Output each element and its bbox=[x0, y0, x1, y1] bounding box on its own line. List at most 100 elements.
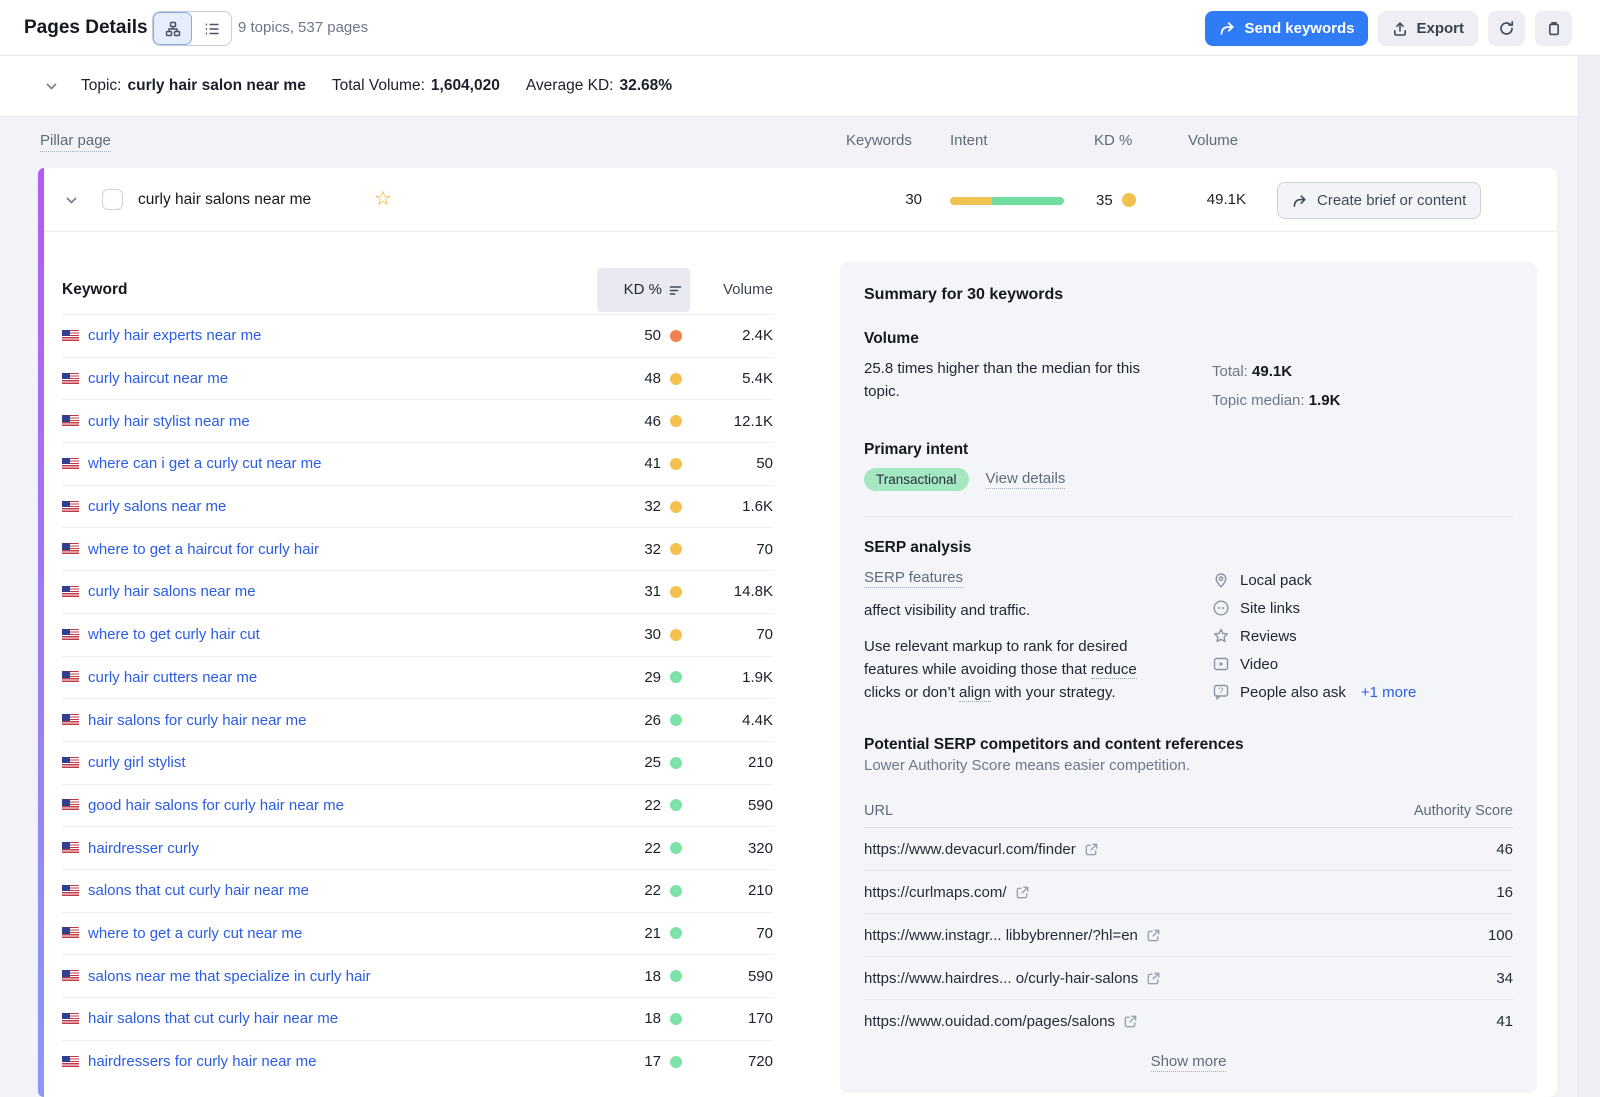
tree-view-toggle[interactable] bbox=[153, 12, 192, 45]
competitor-url: https://www.hairdres... o/curly-hair-sal… bbox=[864, 970, 1138, 987]
keyword-row: where to get a haircut for curly hair 32… bbox=[62, 527, 773, 570]
topic-collapse-chevron-icon[interactable] bbox=[44, 79, 59, 94]
show-more-link[interactable]: Show more bbox=[1151, 1053, 1227, 1072]
serp-analysis-heading: SERP analysis bbox=[864, 539, 1513, 557]
keyword-row: where can i get a curly cut near me 41 5… bbox=[62, 442, 773, 485]
keyword-row: hair salons for curly hair near me 26 4.… bbox=[62, 698, 773, 741]
view-details-link[interactable]: View details bbox=[986, 470, 1066, 489]
keyword-link[interactable]: curly salons near me bbox=[88, 498, 597, 515]
keyword-link[interactable]: curly hair cutters near me bbox=[88, 669, 597, 686]
keyword-volume: 170 bbox=[690, 1010, 773, 1027]
keyword-kd-value: 32 bbox=[644, 541, 661, 558]
competitor-url: https://www.devacurl.com/finder bbox=[864, 841, 1076, 858]
keyword-volume: 70 bbox=[690, 626, 773, 643]
total-volume-label: Total Volume: bbox=[332, 77, 425, 95]
external-link-icon[interactable] bbox=[1084, 842, 1099, 857]
list-view-toggle[interactable] bbox=[192, 12, 231, 45]
keyword-volume: 590 bbox=[690, 968, 773, 985]
keyword-link[interactable]: where can i get a curly cut near me bbox=[88, 455, 597, 472]
keyword-link[interactable]: hairdresser curly bbox=[88, 840, 597, 857]
reviews-icon bbox=[1212, 627, 1230, 645]
authority-score-column-header: Authority Score bbox=[1383, 803, 1513, 819]
keyword-row: curly hair experts near me 50 2.4K bbox=[62, 314, 773, 357]
scroll-gutter[interactable] bbox=[1578, 56, 1600, 1097]
external-link-icon[interactable] bbox=[1015, 885, 1030, 900]
keyword-link[interactable]: curly hair experts near me bbox=[88, 327, 597, 344]
intent-segment bbox=[950, 197, 992, 205]
kd-level-dot bbox=[670, 330, 682, 342]
keyword-kd-value: 26 bbox=[644, 712, 661, 729]
us-flag-icon bbox=[62, 1056, 79, 1068]
kd-level-dot bbox=[1122, 193, 1136, 207]
keyword-link[interactable]: curly girl stylist bbox=[88, 754, 597, 771]
kd-level-dot bbox=[670, 1013, 682, 1025]
us-flag-icon bbox=[62, 415, 79, 427]
summary-title: Summary for 30 keywords bbox=[864, 286, 1513, 304]
us-flag-icon bbox=[62, 842, 79, 854]
keyword-table-header: Keyword KD % Volume bbox=[62, 265, 773, 314]
favorite-star-icon[interactable]: ☆ bbox=[374, 168, 392, 230]
topic-median-value: 1.9K bbox=[1309, 392, 1341, 409]
keyword-volume: 210 bbox=[690, 754, 773, 771]
kd-sort-header[interactable]: KD % bbox=[597, 268, 690, 312]
us-flag-icon bbox=[62, 501, 79, 513]
delete-button[interactable] bbox=[1535, 11, 1572, 46]
kd-level-dot bbox=[670, 885, 682, 897]
keyword-link[interactable]: good hair salons for curly hair near me bbox=[88, 797, 597, 814]
keyword-link[interactable]: hairdressers for curly hair near me bbox=[88, 1053, 597, 1070]
keyword-volume: 70 bbox=[690, 925, 773, 942]
kd-level-dot bbox=[670, 586, 682, 598]
us-flag-icon bbox=[62, 970, 79, 982]
create-brief-button[interactable]: Create brief or content bbox=[1277, 182, 1481, 219]
competitor-url: https://curlmaps.com/ bbox=[864, 884, 1007, 901]
keyword-table-body: curly hair experts near me 50 2.4K curly… bbox=[62, 314, 773, 1082]
refresh-button[interactable] bbox=[1488, 11, 1525, 46]
keyword-volume: 320 bbox=[690, 840, 773, 857]
sitemap-icon bbox=[165, 21, 181, 37]
keyword-kd-value: 41 bbox=[644, 455, 661, 472]
intent-distribution-bar bbox=[950, 197, 1064, 205]
keyword-link[interactable]: where to get curly hair cut bbox=[88, 626, 597, 643]
keyword-link[interactable]: where to get a haircut for curly hair bbox=[88, 541, 597, 558]
align-link[interactable]: align bbox=[959, 684, 991, 702]
external-link-icon[interactable] bbox=[1146, 928, 1161, 943]
keyword-volume: 2.4K bbox=[690, 327, 773, 344]
send-keywords-button[interactable]: Send keywords bbox=[1205, 11, 1368, 46]
us-flag-icon bbox=[62, 1013, 79, 1025]
keyword-kd-value: 50 bbox=[644, 327, 661, 344]
competitor-row: https://www.ouidad.com/pages/salons 41 bbox=[864, 1000, 1513, 1043]
trash-icon bbox=[1546, 20, 1562, 37]
topic-bar: Topic: curly hair salon near me Total Vo… bbox=[0, 56, 1578, 117]
topics-pages-count: 9 topics, 537 pages bbox=[238, 0, 368, 56]
keyword-link[interactable]: salons near me that specialize in curly … bbox=[88, 968, 597, 985]
keyword-link[interactable]: curly haircut near me bbox=[88, 370, 597, 387]
pillar-volume: 49.1K bbox=[1154, 168, 1246, 232]
pillar-page-name[interactable]: curly hair salons near me bbox=[138, 168, 311, 232]
serp-feature-item: Reviews bbox=[1212, 622, 1513, 650]
pillar-checkbox[interactable] bbox=[102, 189, 123, 210]
serp-features-link[interactable]: SERP features bbox=[864, 569, 963, 588]
intent-column-header: Intent bbox=[950, 132, 988, 149]
external-link-icon[interactable] bbox=[1123, 1014, 1138, 1029]
keyword-link[interactable]: salons that cut curly hair near me bbox=[88, 882, 597, 899]
keyword-table: Keyword KD % Volume curly hair experts n… bbox=[62, 265, 773, 1082]
kd-level-dot bbox=[670, 501, 682, 513]
keyword-link[interactable]: curly hair stylist near me bbox=[88, 413, 597, 430]
export-button[interactable]: Export bbox=[1378, 11, 1478, 46]
keyword-kd-value: 46 bbox=[644, 413, 661, 430]
kd-level-dot bbox=[670, 458, 682, 470]
keyword-link[interactable]: where to get a curly cut near me bbox=[88, 925, 597, 942]
keyword-link[interactable]: hair salons that cut curly hair near me bbox=[88, 1010, 597, 1027]
reduce-link[interactable]: reduce bbox=[1091, 661, 1137, 679]
pillar-page-column-header[interactable]: Pillar page bbox=[40, 132, 111, 152]
keyword-link[interactable]: hair salons for curly hair near me bbox=[88, 712, 597, 729]
competitors-table-body: https://www.devacurl.com/finder 46 https… bbox=[864, 828, 1513, 1043]
more-features-link[interactable]: +1 more bbox=[1361, 684, 1416, 701]
pillar-keywords-count: 30 bbox=[905, 168, 922, 232]
keyword-link[interactable]: curly hair salons near me bbox=[88, 583, 597, 600]
site-links-icon bbox=[1212, 599, 1230, 617]
external-link-icon[interactable] bbox=[1146, 971, 1161, 986]
keyword-row: curly haircut near me 48 5.4K bbox=[62, 357, 773, 400]
kd-level-dot bbox=[670, 543, 682, 555]
pillar-collapse-chevron-icon[interactable] bbox=[64, 193, 79, 208]
